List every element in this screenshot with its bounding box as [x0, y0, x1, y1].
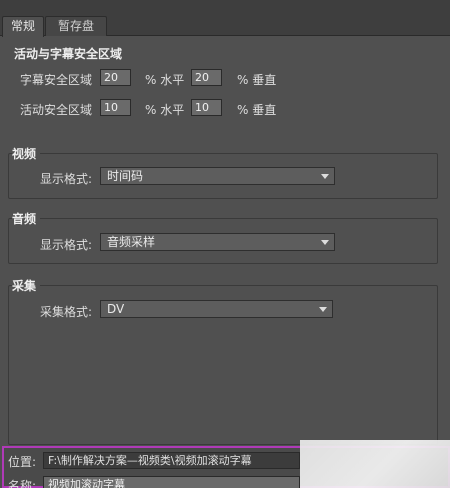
project-name-input[interactable]: 视频加滚动字幕	[43, 476, 300, 488]
capture-format-dropdown[interactable]: DV	[100, 300, 333, 318]
chevron-down-icon	[321, 174, 329, 179]
action-safe-horizontal-input[interactable]: 10	[100, 99, 131, 116]
location-path-field[interactable]: F:\制作解决方案—视频类\视频加滚动字幕	[43, 452, 300, 469]
action-safe-horizontal-unit: % 水平	[145, 103, 185, 117]
audio-display-format-dropdown[interactable]: 音频采样	[100, 233, 335, 251]
action-safe-vertical-input[interactable]: 10	[191, 99, 222, 116]
action-safe-label: 活动安全区域	[20, 103, 93, 117]
video-group-title: 视频	[12, 145, 41, 162]
capture-format-value: DV	[107, 302, 125, 316]
title-safe-vertical-unit: % 垂直	[237, 73, 277, 87]
title-safe-horizontal-input[interactable]: 20	[100, 69, 131, 86]
capture-format-label: 采集格式:	[40, 305, 93, 319]
video-display-format-dropdown[interactable]: 时间码	[100, 167, 335, 185]
tab-scratch-disks[interactable]: 暂存盘	[45, 16, 107, 36]
title-safe-vertical-input[interactable]: 20	[191, 69, 222, 86]
video-display-format-label: 显示格式:	[40, 172, 93, 186]
name-label: 名称:	[8, 479, 37, 488]
action-safe-vertical-unit: % 垂直	[237, 103, 277, 117]
tab-bar: 常规 暂存盘	[0, 0, 450, 37]
audio-group-title: 音频	[12, 210, 41, 227]
watermark	[300, 440, 450, 488]
safe-areas-title: 活动与字幕安全区域	[14, 47, 123, 61]
video-display-format-value: 时间码	[107, 169, 144, 183]
title-safe-label: 字幕安全区域	[20, 73, 93, 87]
capture-group-title: 采集	[12, 277, 41, 294]
title-safe-horizontal-unit: % 水平	[145, 73, 185, 87]
location-label: 位置:	[8, 455, 37, 469]
audio-display-format-label: 显示格式:	[40, 238, 93, 252]
audio-display-format-value: 音频采样	[107, 235, 156, 249]
tab-general[interactable]: 常规	[2, 16, 44, 37]
chevron-down-icon	[319, 307, 327, 312]
chevron-down-icon	[321, 240, 329, 245]
